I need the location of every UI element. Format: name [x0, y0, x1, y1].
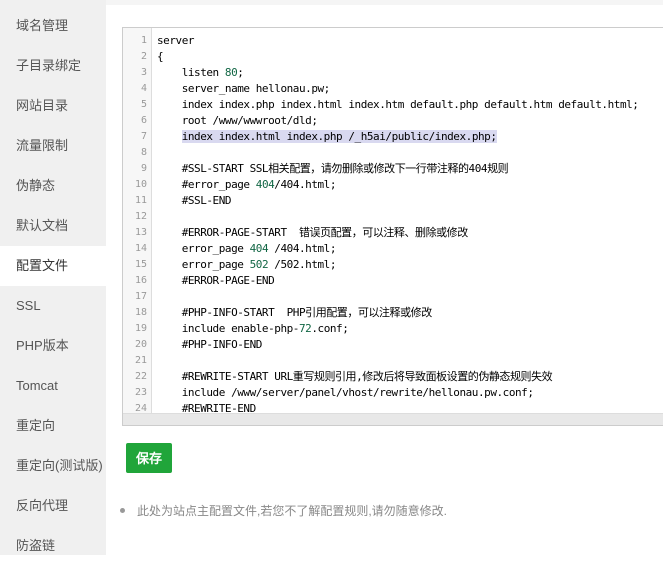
line-number: 14 — [134, 243, 147, 254]
code-line: 17 — [135, 289, 663, 305]
code-line: 3 listen 80; — [141, 65, 663, 81]
top-band — [106, 0, 663, 5]
line-number: 5 — [140, 99, 147, 110]
code-line: 2{ — [141, 49, 663, 65]
code-line: 19 include enable-php-72.conf; — [135, 321, 663, 337]
code-line: 5 index index.php index.html index.htm d… — [141, 97, 663, 113]
line-number: 19 — [134, 323, 147, 334]
sidebar-item[interactable]: 流量限制 — [0, 126, 106, 166]
line-text: error_page 502 /502.html; — [157, 258, 337, 271]
line-text: root /www/wwwroot/dld; — [157, 114, 318, 127]
line-text: #PHP-INFO-END — [157, 338, 263, 351]
config-editor[interactable]: 1 server 2{3 listen 80; 4 server_name hello… — [122, 27, 663, 426]
sidebar-item[interactable]: Tomcat — [0, 366, 106, 406]
sidebar-item[interactable]: 反向代理 — [0, 486, 106, 526]
sidebar-item[interactable]: 网站目录 — [0, 86, 106, 126]
line-number: 2 — [140, 51, 147, 62]
line-text — [152, 146, 157, 159]
line-text: listen 80; — [157, 66, 244, 79]
code-line: 21 — [135, 353, 663, 369]
bullet-icon — [120, 508, 125, 514]
line-text — [152, 354, 157, 367]
line-text: index index.php index.html index.htm def… — [157, 98, 639, 111]
sidebar-item[interactable]: PHP版本 — [0, 326, 106, 366]
code-line: 7 index index.html index.php /_h5ai/publ… — [141, 129, 663, 145]
code-line: 22 #REWRITE-START URL重写规则引用,修改后将导致面板设置的伪… — [135, 369, 663, 385]
line-text: #ERROR-PAGE-START 错误页配置，可以注释、删除或修改 — [157, 226, 469, 239]
code-line: 4 server_name hellonau.pw; — [141, 81, 663, 97]
line-text: #PHP-INFO-START PHP引用配置，可以注释或修改 — [157, 306, 433, 319]
line-text: #SSL-START SSL相关配置，请勿删除或修改下一行带注释的404规则 — [157, 162, 509, 175]
code-line: 11 #SSL-END — [135, 193, 663, 209]
line-text: #ERROR-PAGE-END — [157, 274, 275, 287]
code-line: 6 root /www/wwwroot/dld; — [141, 113, 663, 129]
code-line: 10 #error_page 404/404.html; — [135, 177, 663, 193]
line-number: 7 — [140, 131, 147, 142]
line-number: 20 — [134, 339, 147, 350]
line-number: 12 — [134, 211, 147, 222]
line-number: 23 — [134, 387, 147, 398]
horizontal-scrollbar[interactable] — [123, 413, 663, 425]
line-text: #error_page 404/404.html; — [157, 178, 337, 191]
line-number: 10 — [134, 179, 147, 190]
line-number: 4 — [140, 83, 147, 94]
code-line: 12 — [135, 209, 663, 225]
sidebar-item[interactable]: 子目录绑定 — [0, 46, 106, 86]
code-line: 1 server — [141, 33, 663, 49]
line-number: 11 — [134, 195, 147, 206]
line-number: 13 — [134, 227, 147, 238]
sidebar-item[interactable]: 重定向 — [0, 406, 106, 446]
line-text: { — [157, 50, 164, 63]
sidebar-item[interactable]: 域名管理 — [0, 6, 106, 46]
sidebar-nav: 域名管理 子目录绑定 网站目录 流量限制 伪静态 默认文档 配置文件 SSL PHP版本 Tomc… — [0, 0, 106, 555]
sidebar-item[interactable]: 伪静态 — [0, 166, 106, 206]
line-text: include /www/server/panel/vhost/rewrite/… — [157, 386, 534, 399]
line-number: 3 — [140, 67, 147, 78]
line-text: index index.html index.php /_h5ai/public… — [181, 130, 497, 143]
code-line: 8 — [141, 145, 663, 161]
line-number: 15 — [134, 259, 147, 270]
line-number: 21 — [134, 355, 147, 366]
line-text: server_name hellonau.pw; — [157, 82, 331, 95]
line-number: 22 — [134, 371, 147, 382]
line-number: 9 — [140, 163, 147, 174]
help-note: 此处为站点主配置文件,若您不了解配置规则,请勿随意修改. — [120, 502, 447, 519]
line-number: 16 — [134, 275, 147, 286]
code-line: 20 #PHP-INFO-END — [135, 337, 663, 353]
line-number: 8 — [140, 147, 147, 158]
line-text — [152, 210, 157, 223]
line-number: 6 — [140, 115, 147, 126]
sidebar-item[interactable]: 防盗链 — [0, 526, 106, 566]
code-line: 13 #ERROR-PAGE-START 错误页配置，可以注释、删除或修改 — [135, 225, 663, 241]
line-text: error_page 404 /404.html; — [157, 242, 337, 255]
code-line: 16 #ERROR-PAGE-END — [135, 273, 663, 289]
line-text: #SSL-END — [157, 194, 232, 207]
line-number: 18 — [134, 307, 147, 318]
save-button[interactable]: 保存 — [126, 443, 172, 473]
sidebar-item[interactable]: 默认文档 — [0, 206, 106, 246]
code-line: 15 error_page 502 /502.html; — [135, 257, 663, 273]
line-text — [152, 290, 157, 303]
code-line: 18 #PHP-INFO-START PHP引用配置，可以注释或修改 — [135, 305, 663, 321]
line-number: 17 — [134, 291, 147, 302]
sidebar-item[interactable]: 重定向(测试版) — [0, 446, 106, 486]
help-note-text: 此处为站点主配置文件,若您不了解配置规则,请勿随意修改. — [137, 504, 448, 518]
line-text: include enable-php-72.conf; — [157, 322, 349, 335]
line-text: server — [157, 34, 195, 47]
line-text: #REWRITE-START URL重写规则引用,修改后将导致面板设置的伪静态规… — [157, 370, 553, 383]
code-line: 9 #SSL-START SSL相关配置，请勿删除或修改下一行带注释的404规则 — [141, 161, 663, 177]
code-line: 14 error_page 404 /404.html; — [135, 241, 663, 257]
code-area[interactable]: 1 server 2{3 listen 80; 4 server_name hello… — [135, 33, 663, 417]
sidebar-item[interactable]: 配置文件 — [0, 246, 106, 286]
sidebar-item[interactable]: SSL — [0, 286, 106, 326]
code-line: 23 include /www/server/panel/vhost/rewri… — [135, 385, 663, 401]
line-number: 1 — [140, 35, 147, 46]
